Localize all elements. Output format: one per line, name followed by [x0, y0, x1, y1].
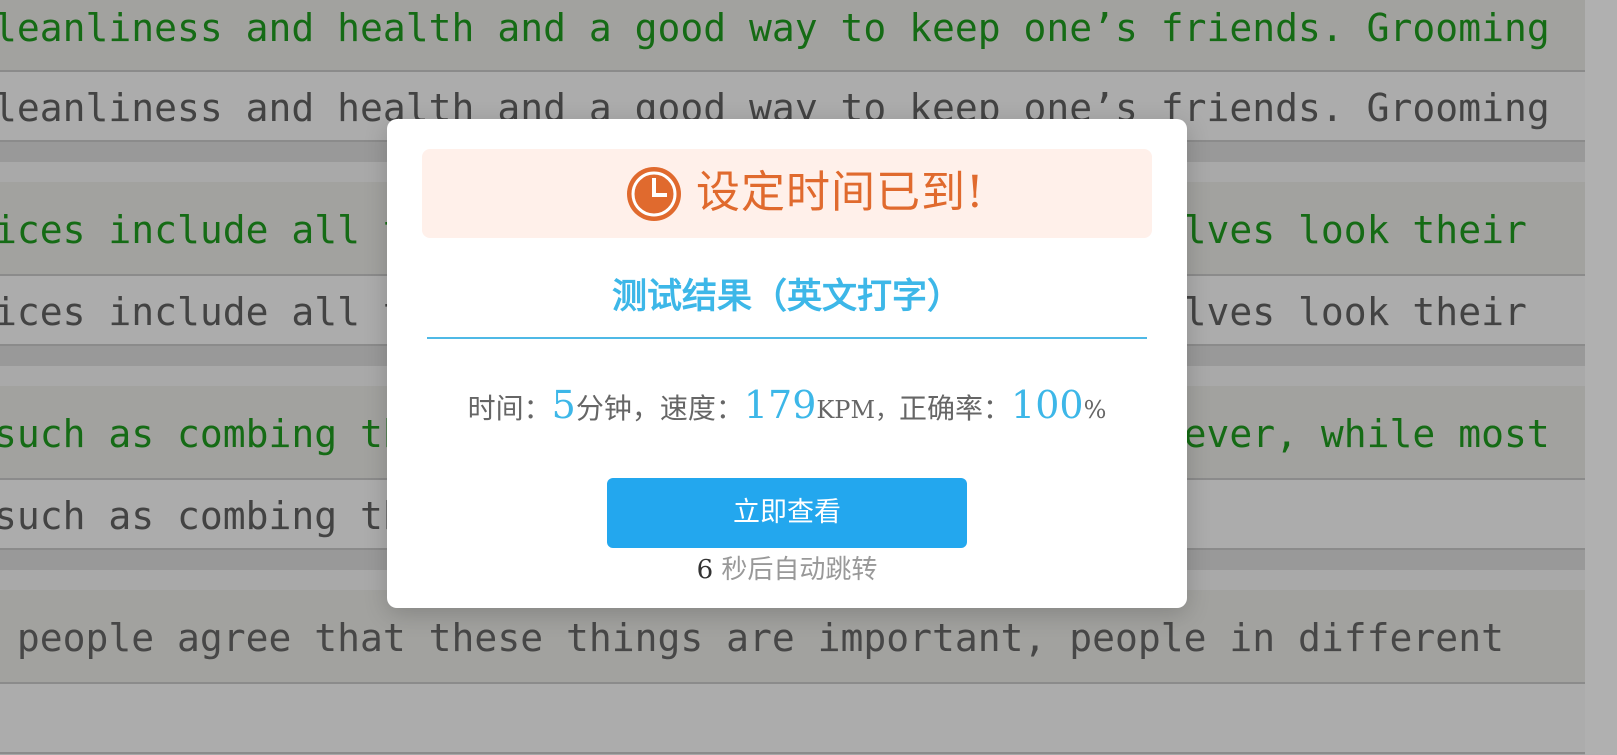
accuracy-value: 100 — [1011, 383, 1084, 427]
redirect-countdown: 6 秒后自动跳转 — [387, 550, 1187, 590]
time-unit: 分钟， — [575, 392, 660, 425]
clock-icon — [627, 167, 681, 221]
typing-test-page: leanliness and health and a good way to … — [0, 0, 1617, 755]
countdown-text: 秒后自动跳转 — [713, 555, 878, 585]
alert-title: 设定时间已到! — [696, 167, 985, 218]
alert-banner: 设定时间已到! — [422, 149, 1152, 238]
result-title: 测试结果（英文打字） — [611, 276, 962, 317]
accuracy-label: 正确率： — [899, 392, 1012, 425]
scrollbar-track[interactable] — [1585, 0, 1617, 755]
view-now-button[interactable]: 立即查看 — [607, 478, 967, 548]
stats-row: 时间：5分钟，速度：179KPM，正确率：100% — [387, 380, 1187, 435]
time-up-dialog: 设定时间已到! 测试结果（英文打字） 时间：5分钟，速度：179KPM，正确率：… — [387, 119, 1187, 608]
accuracy-unit: % — [1083, 396, 1107, 424]
time-value: 5 — [551, 383, 576, 427]
title-divider — [427, 337, 1147, 339]
speed-value: 179 — [743, 383, 817, 427]
countdown-seconds: 6 — [696, 555, 714, 585]
speed-unit: KPM， — [816, 396, 900, 424]
time-label: 时间： — [467, 392, 552, 425]
speed-label: 速度： — [659, 392, 744, 425]
